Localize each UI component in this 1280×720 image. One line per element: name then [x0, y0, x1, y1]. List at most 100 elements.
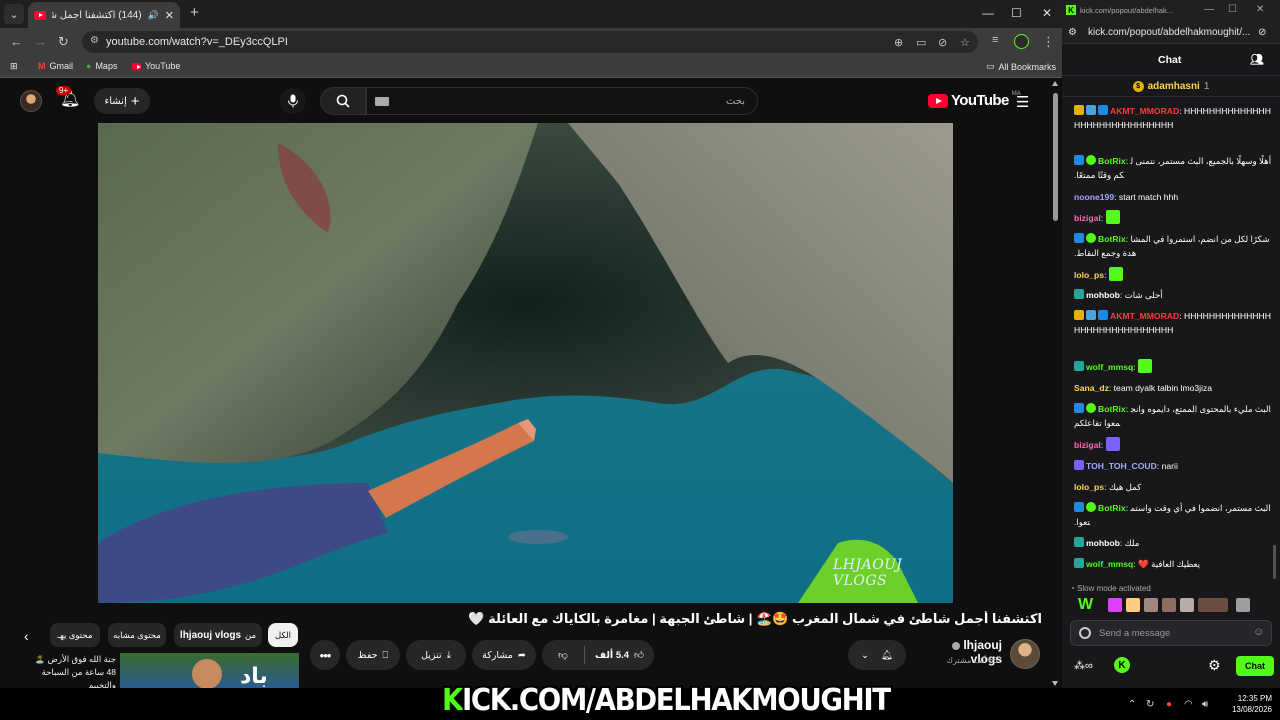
chat-message[interactable]: BotRix: شكرًا لكل من انضم، استمروا في ال… [1074, 232, 1272, 260]
chip-partial[interactable]: محتوى يهـ [50, 623, 100, 647]
chat-message[interactable]: AKMT_MMORAD: HHHHHHHHHHHHHHHHHHHHHHHHHHH… [1074, 104, 1272, 132]
keyboard-icon[interactable] [375, 97, 389, 106]
chevron-up-icon[interactable]: ⌃ [1128, 699, 1136, 710]
minimize-icon[interactable]: — [1204, 4, 1214, 15]
subscribed-button[interactable]: ⌄ 🔔︎ [848, 640, 906, 670]
related-video-meta[interactable]: جنة الله فوق الأرض 🏝️ 48 ساعة من السباحة… [16, 653, 116, 688]
maximize-icon[interactable]: ☐ [1011, 6, 1022, 20]
chat-message[interactable]: BotRix: البث مليء بالمحتوى الممتع، دايمو… [1074, 402, 1272, 430]
scroll-down-icon[interactable] [1052, 681, 1058, 686]
site-info-icon[interactable]: ⚙ [90, 35, 99, 46]
reload-icon[interactable]: ↻ [58, 34, 69, 50]
notifications-button[interactable]: 🔔︎ 9+ [56, 86, 82, 111]
clock[interactable]: 12:35 PM 13/08/2026 [1222, 693, 1272, 715]
voice-search-button[interactable] [280, 88, 306, 114]
volume-icon[interactable]: 🔊︎ [1202, 699, 1208, 710]
video-player[interactable]: LHJAOUJ VLOGS [98, 123, 953, 603]
sync-icon[interactable]: ↻ [1146, 699, 1154, 710]
close-tab-icon[interactable]: ✕ [165, 9, 174, 22]
close-window-icon[interactable]: ✕ [1256, 4, 1264, 15]
emoji-icon[interactable]: ☺ [1253, 626, 1264, 638]
extension-icon[interactable] [1014, 34, 1029, 49]
new-tab-icon[interactable]: + [190, 4, 199, 21]
youtube-logo[interactable]: YouTube MA [928, 91, 1021, 109]
kick-points-icon[interactable]: K [1114, 657, 1130, 673]
forward-icon[interactable]: → [34, 34, 47, 49]
back-icon[interactable]: ← [10, 34, 23, 49]
search-button[interactable] [320, 87, 366, 115]
bookmark-maps[interactable]: ● Maps [86, 61, 117, 71]
page-scrollbar[interactable] [1049, 79, 1062, 688]
all-bookmarks[interactable]: ▭ All Bookmarks [986, 61, 1056, 72]
site-info-icon[interactable]: ⚙ [1068, 27, 1077, 38]
points-icon[interactable]: ⁂∞ [1074, 659, 1093, 672]
cast-icon[interactable]: ▭ [916, 36, 926, 49]
bookmark-youtube[interactable]: YouTube [132, 61, 180, 71]
scroll-thumb[interactable] [1053, 93, 1058, 221]
chat-message[interactable]: AKMT_MMORAD: HHHHHHHHHHHHHHHHHHHHHHHHHHH… [1074, 309, 1272, 337]
emote-icon[interactable] [1236, 598, 1250, 612]
chat-message[interactable]: TOH_TOH_COUD: narii [1074, 459, 1272, 473]
dislike-icon[interactable]: 👎︎ [542, 649, 584, 661]
chat-message[interactable]: BotRix: البث مستمر، انضموا في أي وقت واس… [1074, 501, 1272, 529]
related-video-thumbnail[interactable]: باد [120, 653, 299, 688]
share-button[interactable]: مشاركة ➦ [472, 640, 536, 670]
chat-message[interactable]: noone199: start match hhh [1074, 190, 1272, 204]
kick-address-bar[interactable]: ⚙ kick.com/popout/abdelhakmoughit/... ⊘ [1062, 22, 1280, 44]
chat-message[interactable]: mohbob: ملك [1074, 536, 1272, 550]
chat-message[interactable]: bizigal: [1074, 437, 1272, 452]
create-button[interactable]: إنشاء + [94, 88, 150, 114]
microphone-icon[interactable]: ● [1166, 699, 1172, 710]
address-bar[interactable]: ⚙ youtube.com/watch?v=_DEy3ccQLPI ⊕ ▭ ⊘ … [82, 31, 978, 53]
save-button[interactable]: حفظ ⎕ [346, 640, 400, 670]
search-input[interactable]: بحث [366, 87, 758, 115]
emote-icon[interactable] [1126, 598, 1140, 612]
zoom-icon[interactable]: ⊕ [894, 36, 903, 49]
chat-message[interactable]: bizigal: [1074, 210, 1272, 225]
emote-w-icon[interactable]: W [1078, 596, 1096, 613]
bookmark-gmail[interactable]: M Gmail [38, 61, 73, 71]
pinned-gifter[interactable]: $ adamhasni 1 [1062, 77, 1280, 97]
chat-scrollbar[interactable] [1273, 545, 1276, 579]
chat-settings-icon[interactable] [1079, 627, 1091, 639]
chat-message[interactable]: lolo_ps: كمل هيك [1074, 480, 1272, 494]
bookmark-star-icon[interactable]: ☆ [960, 36, 970, 49]
tab-search-button[interactable]: ⌄ [4, 4, 24, 24]
chat-message[interactable]: lolo_ps: [1074, 267, 1272, 282]
chip-related[interactable]: محتوى مشابه [108, 623, 166, 647]
hamburger-menu-icon[interactable]: ☰ [1016, 93, 1029, 111]
chat-message[interactable]: wolf_mmsq: يعطيك العافية ❤️ [1074, 557, 1272, 571]
close-window-icon[interactable]: ✕ [1042, 6, 1052, 20]
chat-message[interactable]: BotRix: أهلًا وسهلًا بالجميع، البث مستمر… [1074, 154, 1272, 182]
maximize-icon[interactable]: ☐ [1228, 4, 1237, 15]
emote-icon[interactable] [1198, 598, 1228, 612]
scroll-up-icon[interactable] [1052, 81, 1058, 86]
emote-icon[interactable] [1144, 598, 1158, 612]
eye-off-icon[interactable]: ⊘ [938, 36, 947, 49]
like-button[interactable]: 5.4 ألف 👍︎ [585, 649, 654, 662]
minimize-icon[interactable]: — [982, 6, 994, 20]
eye-off-icon[interactable]: ⊘ [1258, 27, 1266, 38]
emote-icon[interactable] [1162, 598, 1176, 612]
chat-message[interactable]: Sana_dz: team dyalk talbin lmo3jiza [1074, 381, 1272, 395]
browser-tab[interactable]: (144) اكتشفنا أجمل شاطئ فـ 🔊 ✕ [28, 2, 180, 28]
emote-icon[interactable] [1180, 598, 1194, 612]
chat-input[interactable]: Send a message ☺ [1070, 620, 1272, 646]
users-icon[interactable]: 👥︎ [1250, 53, 1264, 66]
apps-grid-icon[interactable]: ⊞ [10, 61, 18, 72]
media-control-icon[interactable]: ≡ [992, 34, 998, 46]
menu-kebab-icon[interactable]: ⋮ [1042, 34, 1055, 50]
speaker-icon[interactable]: 🔊 [148, 10, 159, 21]
chip-all[interactable]: الكل [268, 623, 298, 647]
chevron-left-icon[interactable]: ‹ [24, 628, 29, 644]
chat-message[interactable]: mohbob: أحلى شات [1074, 288, 1272, 302]
wifi-icon[interactable]: ◠ [1184, 699, 1193, 710]
account-avatar[interactable] [20, 90, 42, 112]
download-button[interactable]: تنزيل ⤓ [406, 640, 466, 670]
channel-avatar[interactable] [1010, 639, 1040, 669]
gear-icon[interactable]: ⚙ [1208, 657, 1221, 674]
emote-icon[interactable] [1108, 598, 1122, 612]
more-actions-button[interactable]: ••• [310, 640, 340, 670]
chat-message[interactable]: wolf_mmsq: [1074, 359, 1272, 374]
chip-from-channel[interactable]: lhjaouj vlogs من [174, 623, 262, 647]
